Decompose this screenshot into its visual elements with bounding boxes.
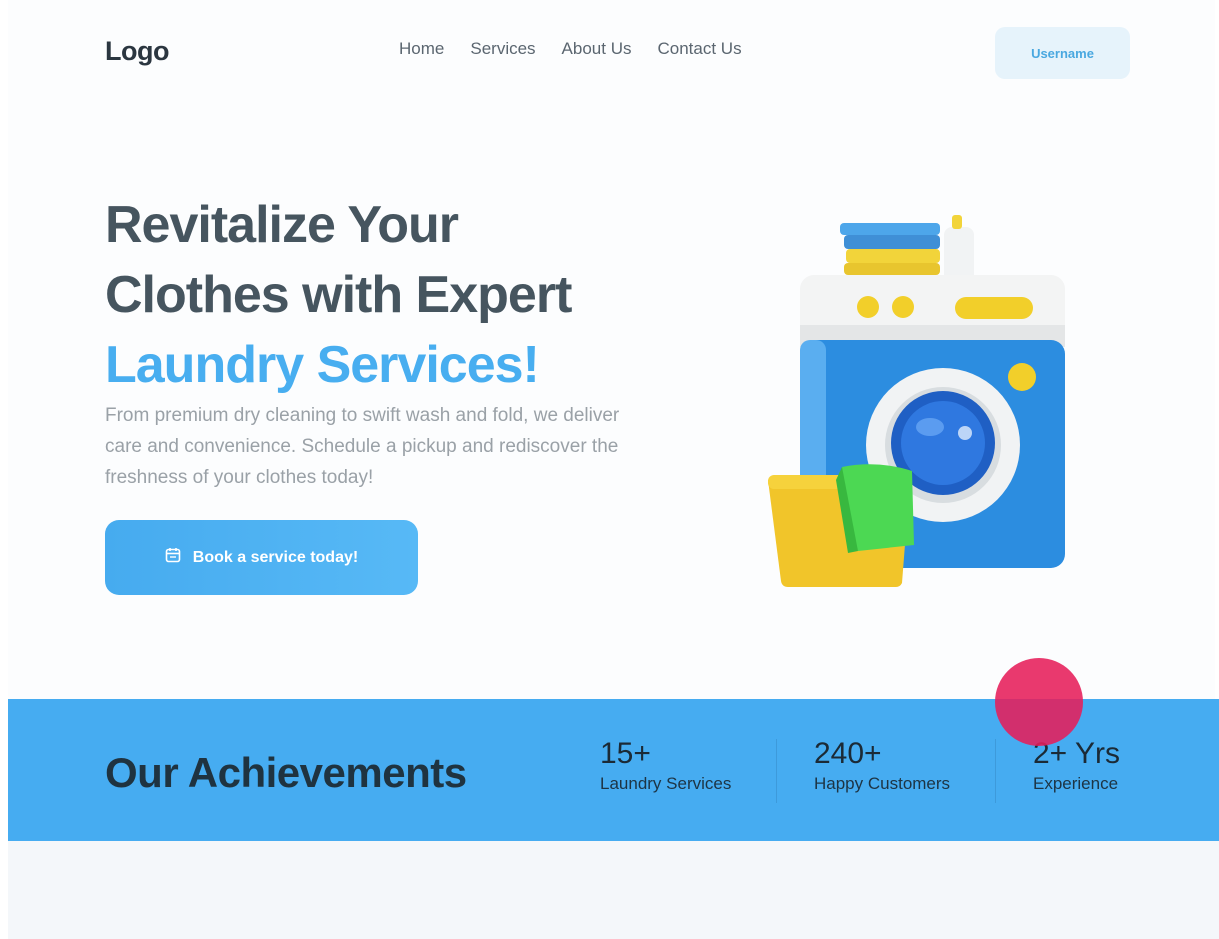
username-button[interactable]: Username xyxy=(995,27,1130,79)
hero-title: Revitalize Your Clothes with Expert Laun… xyxy=(105,190,665,400)
nav-services[interactable]: Services xyxy=(470,39,535,59)
nav-about-us[interactable]: About Us xyxy=(562,39,632,59)
page-edge-left xyxy=(0,0,8,939)
book-service-button[interactable]: Book a service today! xyxy=(105,520,418,595)
washing-machine-illustration xyxy=(760,205,1080,590)
page: Logo Home Services About Us Contact Us U… xyxy=(0,0,1219,939)
nav-contact-us[interactable]: Contact Us xyxy=(657,39,741,59)
stat-value: 15+ xyxy=(600,737,651,770)
hero-description: From premium dry cleaning to swift wash … xyxy=(105,405,620,488)
stat-laundry-services: 15+ Laundry Services xyxy=(600,737,731,794)
achievements-title: Our Achievements xyxy=(105,749,467,796)
stat-label: Experience xyxy=(1033,774,1119,793)
logo[interactable]: Logo xyxy=(105,36,169,67)
main-nav: Home Services About Us Contact Us xyxy=(399,39,742,59)
stat-divider xyxy=(776,739,777,803)
calendar-icon xyxy=(165,547,181,568)
stat-label: Happy Customers xyxy=(814,774,951,793)
lower-section xyxy=(8,841,1219,939)
stat-experience: 2+ Yrs Experience xyxy=(1033,737,1120,794)
stat-divider xyxy=(995,739,996,803)
stat-label: Laundry Services xyxy=(600,774,732,793)
cursor-highlight-dot xyxy=(995,658,1083,746)
nav-home[interactable]: Home xyxy=(399,39,444,59)
stat-value: 240+ xyxy=(814,737,882,770)
hero-title-accent: Laundry Services! xyxy=(105,336,540,394)
hero-title-line-1: Revitalize Your xyxy=(105,196,459,254)
stat-happy-customers: 240+ Happy Customers xyxy=(814,737,950,794)
hero-title-line-2: Clothes with Expert xyxy=(105,266,572,324)
book-service-label: Book a service today! xyxy=(192,548,359,566)
